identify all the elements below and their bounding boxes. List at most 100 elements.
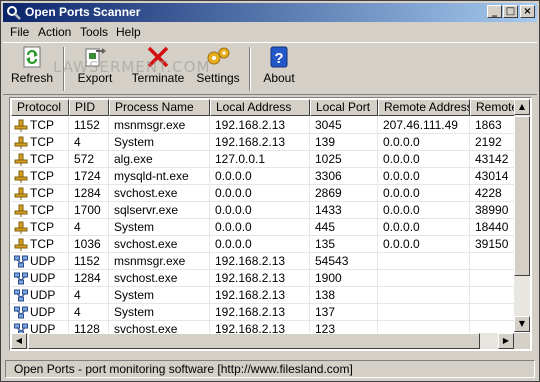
table-row[interactable]: TCP 572 alg.exe 127.0.0.1 1025 0.0.0.0 43142 bbox=[11, 151, 515, 168]
table-row[interactable]: TCP 4 System 192.168.2.13 139 0.0.0.0 2192 bbox=[11, 134, 515, 151]
minimize-button[interactable]: _ bbox=[487, 5, 502, 18]
protocol-label: TCP bbox=[30, 203, 54, 217]
table-row[interactable]: TCP 1284 svchost.exe 0.0.0.0 2869 0.0.0.0 4228 bbox=[11, 185, 515, 202]
toolbar-separator bbox=[249, 47, 251, 91]
refresh-icon bbox=[23, 46, 41, 68]
cell-remote-port: 1863 bbox=[470, 117, 515, 134]
protocol-label: UDP bbox=[30, 288, 56, 302]
cell-local-port: 3045 bbox=[310, 117, 378, 134]
maximize-button[interactable]: □ bbox=[503, 5, 518, 18]
protocol-label: TCP bbox=[30, 169, 54, 183]
title-bar[interactable]: Open Ports Scanner _ □ × bbox=[3, 3, 537, 22]
protocol-label: TCP bbox=[30, 118, 54, 132]
table-row[interactable]: UDP 1152 msnmsgr.exe 192.168.2.13 54543 bbox=[11, 253, 515, 270]
cell-remote-address: 0.0.0.0 bbox=[378, 151, 470, 168]
cell-remote-address: 207.46.111.49 bbox=[378, 117, 470, 134]
cell-local-address: 0.0.0.0 bbox=[210, 219, 310, 236]
cell-local-address: 192.168.2.13 bbox=[210, 117, 310, 134]
col-header-local-port[interactable]: Local Port bbox=[310, 99, 378, 116]
cell-remote-port: 43142 bbox=[470, 151, 515, 168]
udp-network-icon bbox=[14, 272, 28, 285]
horizontal-scroll-thumb[interactable] bbox=[28, 333, 480, 349]
refresh-label: Refresh bbox=[10, 71, 54, 85]
tcp-plug-icon bbox=[14, 170, 28, 183]
table-row[interactable]: UDP 1284 svchost.exe 192.168.2.13 1900 bbox=[11, 270, 515, 287]
tcp-plug-icon bbox=[14, 153, 28, 166]
cell-local-port: 135 bbox=[310, 236, 378, 253]
scroll-left-button[interactable]: ◀ bbox=[11, 333, 27, 349]
col-header-remote-address[interactable]: Remote Address bbox=[378, 99, 470, 116]
cell-remote-address bbox=[378, 304, 470, 321]
list-rows: TCP 1152 msnmsgr.exe 192.168.2.13 3045 207.46… bbox=[11, 117, 515, 338]
cell-pid: 1152 bbox=[69, 253, 109, 270]
cell-remote-port: 39150 bbox=[470, 236, 515, 253]
cell-local-port: 137 bbox=[310, 304, 378, 321]
cell-protocol: TCP bbox=[11, 219, 69, 236]
about-icon: ? bbox=[270, 46, 288, 68]
cell-pid: 1152 bbox=[69, 117, 109, 134]
scroll-right-button[interactable]: ▶ bbox=[498, 333, 514, 349]
protocol-label: UDP bbox=[30, 254, 56, 268]
cell-pid: 572 bbox=[69, 151, 109, 168]
col-header-remote-port[interactable]: Remote bbox=[470, 99, 515, 116]
cell-remote-port bbox=[470, 253, 515, 270]
table-row[interactable]: TCP 1700 sqlservr.exe 0.0.0.0 1433 0.0.0.0 389… bbox=[11, 202, 515, 219]
menu-tools[interactable]: Tools bbox=[80, 25, 108, 39]
cell-local-address: 0.0.0.0 bbox=[210, 168, 310, 185]
cell-remote-address bbox=[378, 270, 470, 287]
cell-protocol: UDP bbox=[11, 253, 69, 270]
cell-remote-address: 0.0.0.0 bbox=[378, 168, 470, 185]
cell-remote-address: 0.0.0.0 bbox=[378, 185, 470, 202]
cell-pid: 1284 bbox=[69, 185, 109, 202]
horizontal-scrollbar[interactable]: ◀ ▶ bbox=[11, 333, 514, 349]
scroll-up-button[interactable]: ▲ bbox=[514, 99, 530, 115]
protocol-label: TCP bbox=[30, 220, 54, 234]
cell-process-name: svchost.exe bbox=[109, 236, 210, 253]
table-row[interactable]: UDP 4 System 192.168.2.13 138 bbox=[11, 287, 515, 304]
cell-protocol: UDP bbox=[11, 287, 69, 304]
cell-process-name: System bbox=[109, 134, 210, 151]
col-header-protocol[interactable]: Protocol bbox=[11, 99, 69, 116]
svg-text:?: ? bbox=[274, 50, 283, 67]
cell-local-port: 2869 bbox=[310, 185, 378, 202]
about-button[interactable]: ? About bbox=[259, 45, 299, 91]
cell-local-address: 127.0.0.1 bbox=[210, 151, 310, 168]
cell-local-port: 1900 bbox=[310, 270, 378, 287]
col-header-local-address[interactable]: Local Address bbox=[210, 99, 310, 116]
table-row[interactable]: TCP 4 System 0.0.0.0 445 0.0.0.0 18440 bbox=[11, 219, 515, 236]
cell-local-address: 192.168.2.13 bbox=[210, 253, 310, 270]
menu-action[interactable]: Action bbox=[38, 25, 71, 39]
cell-remote-port bbox=[470, 287, 515, 304]
cell-protocol: TCP bbox=[11, 134, 69, 151]
cell-pid: 4 bbox=[69, 304, 109, 321]
col-header-pid[interactable]: PID bbox=[69, 99, 109, 116]
cell-process-name: alg.exe bbox=[109, 151, 210, 168]
status-bar: Open Ports - port monitoring software [h… bbox=[5, 360, 535, 378]
vertical-scroll-thumb[interactable] bbox=[514, 116, 530, 276]
table-row[interactable]: TCP 1152 msnmsgr.exe 192.168.2.13 3045 207.46… bbox=[11, 117, 515, 134]
cell-process-name: svchost.exe bbox=[109, 185, 210, 202]
tcp-plug-icon bbox=[14, 221, 28, 234]
cell-process-name: System bbox=[109, 304, 210, 321]
scroll-down-button[interactable]: ▼ bbox=[514, 316, 530, 332]
cell-protocol: TCP bbox=[11, 117, 69, 134]
vertical-scrollbar[interactable]: ▲ ▼ bbox=[514, 99, 530, 332]
tcp-plug-icon bbox=[14, 238, 28, 251]
cell-pid: 1700 bbox=[69, 202, 109, 219]
cell-pid: 1036 bbox=[69, 236, 109, 253]
menu-help[interactable]: Help bbox=[116, 25, 141, 39]
refresh-button[interactable]: Refresh bbox=[9, 45, 55, 91]
col-header-process-name[interactable]: Process Name bbox=[109, 99, 210, 116]
table-row[interactable]: UDP 4 System 192.168.2.13 137 bbox=[11, 304, 515, 321]
protocol-label: TCP bbox=[30, 186, 54, 200]
table-row[interactable]: TCP 1036 svchost.exe 0.0.0.0 135 0.0.0.0 39150 bbox=[11, 236, 515, 253]
cell-process-name: mysqld-nt.exe bbox=[109, 168, 210, 185]
cell-process-name: System bbox=[109, 287, 210, 304]
cell-protocol: UDP bbox=[11, 270, 69, 287]
menu-file[interactable]: File bbox=[10, 25, 29, 39]
table-row[interactable]: TCP 1724 mysqld-nt.exe 0.0.0.0 3306 0.0.0.0 43… bbox=[11, 168, 515, 185]
cell-remote-address: 0.0.0.0 bbox=[378, 134, 470, 151]
close-button[interactable]: × bbox=[520, 5, 535, 18]
cell-pid: 4 bbox=[69, 134, 109, 151]
ports-listview[interactable]: Protocol PID Process Name Local Address … bbox=[9, 97, 532, 351]
